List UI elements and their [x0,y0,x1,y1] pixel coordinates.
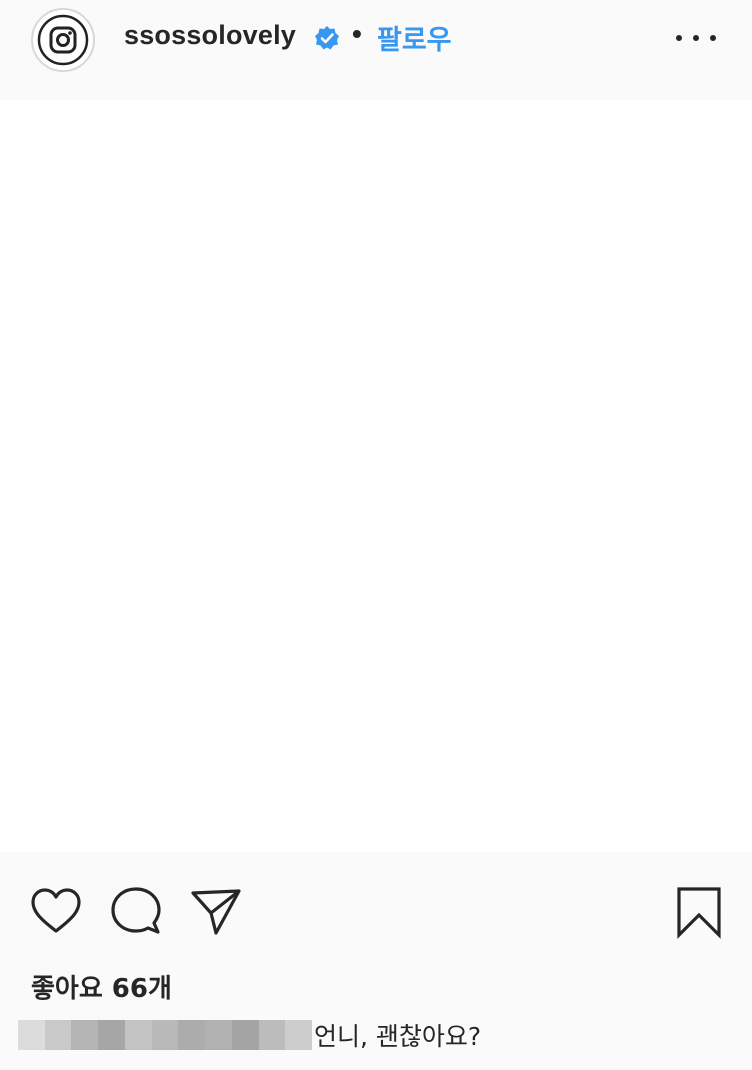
likes-count[interactable]: 좋아요 66개 [31,968,172,1005]
username[interactable]: ssossolovely [124,20,296,51]
save-button[interactable] [674,885,724,939]
separator-dot: • [352,18,362,49]
post-image[interactable] [0,100,752,852]
bookmark-icon [677,887,721,939]
more-dot [693,35,699,41]
more-options-icon[interactable] [676,24,716,52]
comment-button[interactable] [109,885,163,939]
more-dot [710,35,716,41]
profile-avatar[interactable] [31,8,95,72]
action-bar [0,852,752,952]
follow-button[interactable]: 팔로우 [377,18,452,57]
verified-badge-icon [315,26,339,50]
post-header: ssossolovely • 팔로우 [0,0,752,100]
send-icon [191,889,241,935]
comment-text: 언니, 괜찮아요? [314,1022,482,1051]
heart-icon [31,888,81,933]
more-dot [676,35,682,41]
share-button[interactable] [189,885,243,939]
comment-icon [111,887,161,934]
comment-row: 언니, 괜찮아요? [18,1018,481,1052]
like-button[interactable] [29,885,83,939]
instagram-logo-icon [37,14,89,66]
blurred-username [18,1020,313,1050]
